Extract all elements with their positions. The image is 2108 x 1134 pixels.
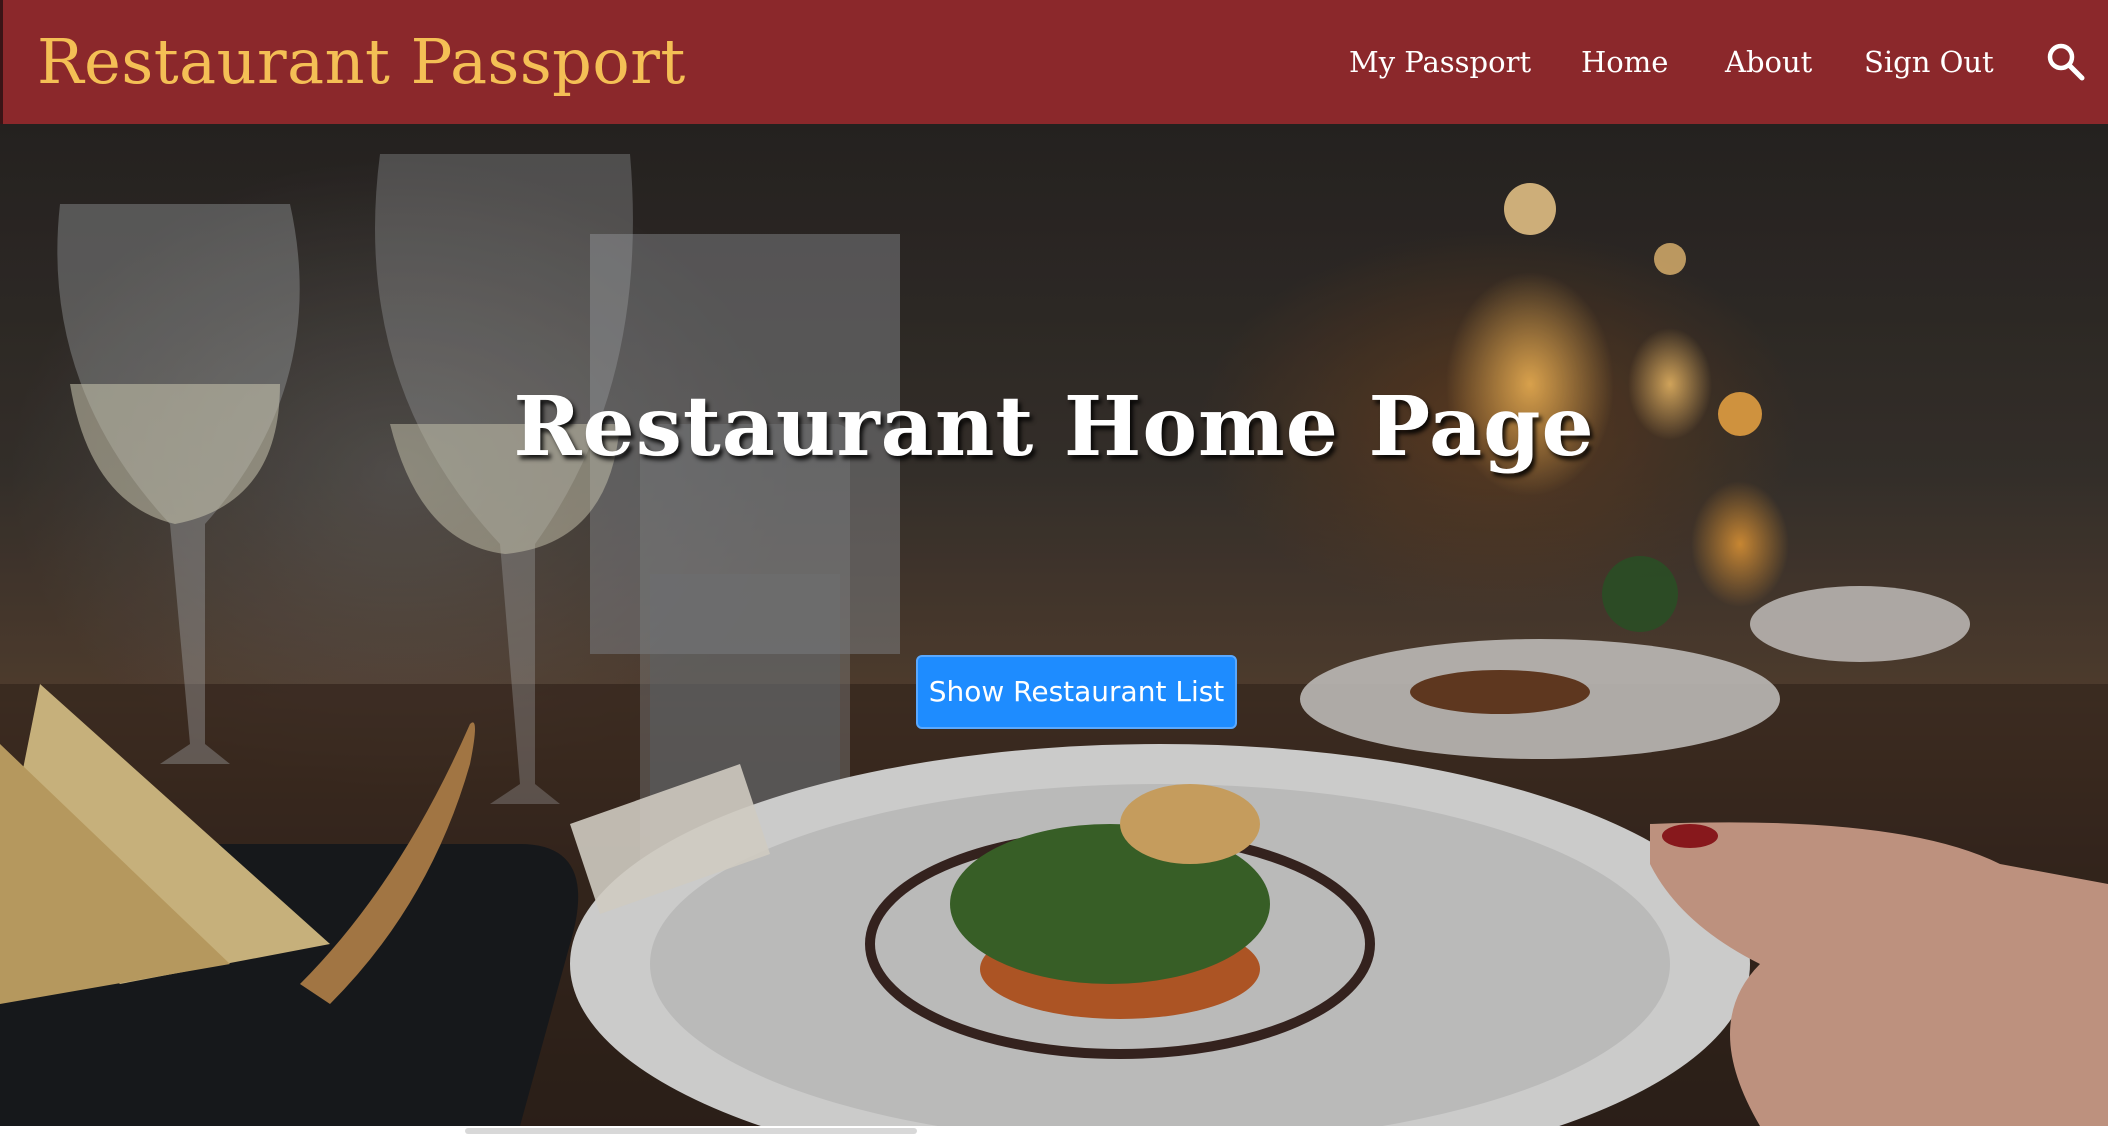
nav-about-link[interactable]: About: [1725, 45, 1812, 79]
hero-title: Restaurant Home Page: [513, 378, 1595, 475]
navbar: Restaurant Passport My Passport Home Abo…: [0, 0, 2108, 124]
page-bottom-edge: [0, 1126, 2108, 1134]
horizontal-scrollbar[interactable]: [465, 1128, 917, 1134]
nav-my-passport-link[interactable]: My Passport: [1349, 45, 1531, 79]
show-restaurant-list-button[interactable]: Show Restaurant List: [916, 655, 1237, 729]
nav-sign-out-link[interactable]: Sign Out: [1864, 45, 1994, 79]
brand-logo-link[interactable]: Restaurant Passport: [37, 24, 686, 100]
search-icon[interactable]: [2044, 40, 2088, 84]
nav-home-link[interactable]: Home: [1581, 45, 1668, 79]
hero-banner: Restaurant Home Page Show Restaurant Lis…: [0, 124, 2108, 1126]
hero-background-image: [0, 124, 2108, 1126]
